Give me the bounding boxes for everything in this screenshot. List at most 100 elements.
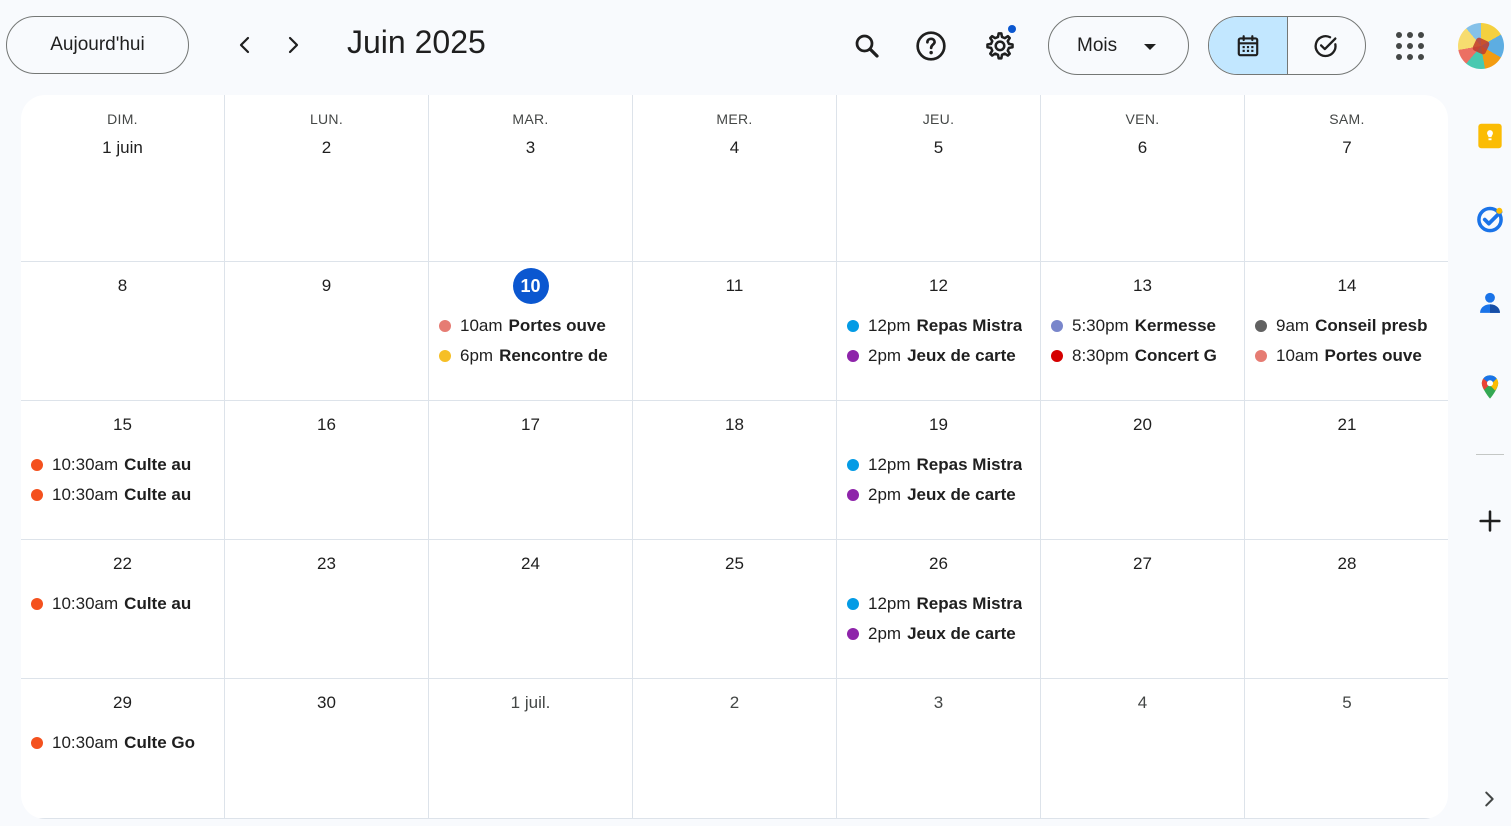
date-number[interactable]: 16: [225, 415, 428, 435]
day-cell[interactable]: 8: [21, 262, 225, 401]
day-cell[interactable]: LUN. 2: [225, 95, 429, 262]
date-number[interactable]: 22: [21, 554, 224, 574]
date-number[interactable]: 1 juin: [21, 138, 224, 158]
event-chip[interactable]: 10:30am Culte au: [31, 589, 218, 619]
tasks-view-button[interactable]: [1288, 17, 1366, 74]
day-cell[interactable]: 28: [1245, 540, 1448, 679]
day-cell[interactable]: 16: [225, 401, 429, 540]
tasks-icon[interactable]: [1476, 205, 1504, 233]
event-chip[interactable]: 2pm Jeux de carte: [847, 480, 1034, 510]
day-cell[interactable]: 30: [225, 679, 429, 819]
day-cell[interactable]: DIM. 1 juin: [21, 95, 225, 262]
event-chip[interactable]: 2pm Jeux de carte: [847, 341, 1034, 371]
event-chip[interactable]: 10:30am Culte au: [31, 450, 218, 480]
date-number[interactable]: 20: [1041, 415, 1244, 435]
date-number[interactable]: 25: [633, 554, 836, 574]
maps-icon[interactable]: [1476, 373, 1504, 401]
previous-month-button[interactable]: [222, 22, 268, 68]
event-chip[interactable]: 10:30am Culte Go: [31, 728, 218, 758]
event-chip[interactable]: 12pm Repas Mistra: [847, 589, 1034, 619]
day-cell[interactable]: 17: [429, 401, 633, 540]
event-chip[interactable]: 8:30pm Concert G: [1051, 341, 1238, 371]
date-number[interactable]: 5: [1245, 693, 1448, 713]
date-number[interactable]: 14: [1245, 276, 1448, 296]
date-number[interactable]: 13: [1041, 276, 1244, 296]
day-cell[interactable]: 21: [1245, 401, 1448, 540]
day-cell[interactable]: 9: [225, 262, 429, 401]
date-number[interactable]: 2: [225, 138, 428, 158]
date-number[interactable]: 11: [633, 276, 836, 296]
date-number[interactable]: 29: [21, 693, 224, 713]
date-number[interactable]: 7: [1245, 138, 1448, 158]
help-button[interactable]: [907, 22, 955, 70]
date-number[interactable]: 24: [429, 554, 632, 574]
event-chip[interactable]: 6pm Rencontre de: [439, 341, 626, 371]
date-number[interactable]: 30: [225, 693, 428, 713]
event-chip[interactable]: 10am Portes ouve: [1255, 341, 1443, 371]
date-number[interactable]: 15: [21, 415, 224, 435]
event-chip[interactable]: 10am Portes ouve: [439, 311, 626, 341]
apps-icon[interactable]: [1390, 26, 1430, 66]
day-cell[interactable]: 23: [225, 540, 429, 679]
day-cell[interactable]: 12 12pm Repas Mistra 2pm Jeux de carte: [837, 262, 1041, 401]
view-selector[interactable]: Mois: [1048, 16, 1189, 75]
date-number[interactable]: 3: [837, 693, 1040, 713]
event-chip[interactable]: 10:30am Culte au: [31, 480, 218, 510]
date-number[interactable]: 19: [837, 415, 1040, 435]
day-cell[interactable]: 13 5:30pm Kermesse 8:30pm Concert G: [1041, 262, 1245, 401]
date-number[interactable]: 28: [1245, 554, 1448, 574]
day-cell[interactable]: MAR. 3: [429, 95, 633, 262]
day-cell[interactable]: 22 10:30am Culte au: [21, 540, 225, 679]
date-number[interactable]: 1 juil.: [429, 693, 632, 713]
date-number[interactable]: 4: [633, 138, 836, 158]
day-cell[interactable]: 3: [837, 679, 1041, 819]
next-month-button[interactable]: [270, 22, 316, 68]
date-number[interactable]: 26: [837, 554, 1040, 574]
settings-button[interactable]: [976, 22, 1024, 70]
day-cell[interactable]: 15 10:30am Culte au 10:30am Culte au: [21, 401, 225, 540]
avatar[interactable]: [1458, 23, 1504, 69]
date-number[interactable]: 3: [429, 138, 632, 158]
add-icon[interactable]: [1476, 507, 1504, 535]
search-button[interactable]: [843, 22, 891, 70]
keep-icon[interactable]: [1476, 122, 1504, 150]
date-number[interactable]: 5: [837, 138, 1040, 158]
date-number[interactable]: 2: [633, 693, 836, 713]
event-chip[interactable]: 12pm Repas Mistra: [847, 311, 1034, 341]
day-cell[interactable]: 20: [1041, 401, 1245, 540]
today-button[interactable]: Aujourd'hui: [6, 16, 189, 74]
day-cell[interactable]: 14 9am Conseil presb 10am Portes ouve: [1245, 262, 1448, 401]
event-chip[interactable]: 12pm Repas Mistra: [847, 450, 1034, 480]
day-cell[interactable]: 26 12pm Repas Mistra 2pm Jeux de carte: [837, 540, 1041, 679]
today-date-number[interactable]: 10: [512, 268, 549, 304]
date-number[interactable]: 4: [1041, 693, 1244, 713]
expand-icon[interactable]: [1478, 788, 1500, 810]
date-number[interactable]: 8: [21, 276, 224, 296]
date-number[interactable]: 18: [633, 415, 836, 435]
day-cell[interactable]: 19 12pm Repas Mistra 2pm Jeux de carte: [837, 401, 1041, 540]
day-cell[interactable]: 11: [633, 262, 837, 401]
day-cell[interactable]: 18: [633, 401, 837, 540]
day-cell[interactable]: 1 juil.: [429, 679, 633, 819]
day-cell[interactable]: SAM. 7: [1245, 95, 1448, 262]
event-chip[interactable]: 9am Conseil presb: [1255, 311, 1443, 341]
day-cell[interactable]: 25: [633, 540, 837, 679]
day-cell[interactable]: 29 10:30am Culte Go: [21, 679, 225, 819]
date-number[interactable]: 17: [429, 415, 632, 435]
contacts-icon[interactable]: [1476, 289, 1504, 317]
date-number[interactable]: 23: [225, 554, 428, 574]
day-cell[interactable]: 27: [1041, 540, 1245, 679]
day-cell[interactable]: 10 10am Portes ouve 6pm Rencontre de: [429, 262, 633, 401]
day-cell[interactable]: 24: [429, 540, 633, 679]
day-cell[interactable]: MER. 4: [633, 95, 837, 262]
date-number[interactable]: 21: [1245, 415, 1448, 435]
day-cell[interactable]: VEN. 6: [1041, 95, 1245, 262]
calendar-view-button[interactable]: [1209, 17, 1287, 74]
day-cell[interactable]: 4: [1041, 679, 1245, 819]
date-number[interactable]: 27: [1041, 554, 1244, 574]
date-number[interactable]: 9: [225, 276, 428, 296]
date-number[interactable]: 6: [1041, 138, 1244, 158]
event-chip[interactable]: 5:30pm Kermesse: [1051, 311, 1238, 341]
day-cell[interactable]: 2: [633, 679, 837, 819]
day-cell[interactable]: 5: [1245, 679, 1448, 819]
